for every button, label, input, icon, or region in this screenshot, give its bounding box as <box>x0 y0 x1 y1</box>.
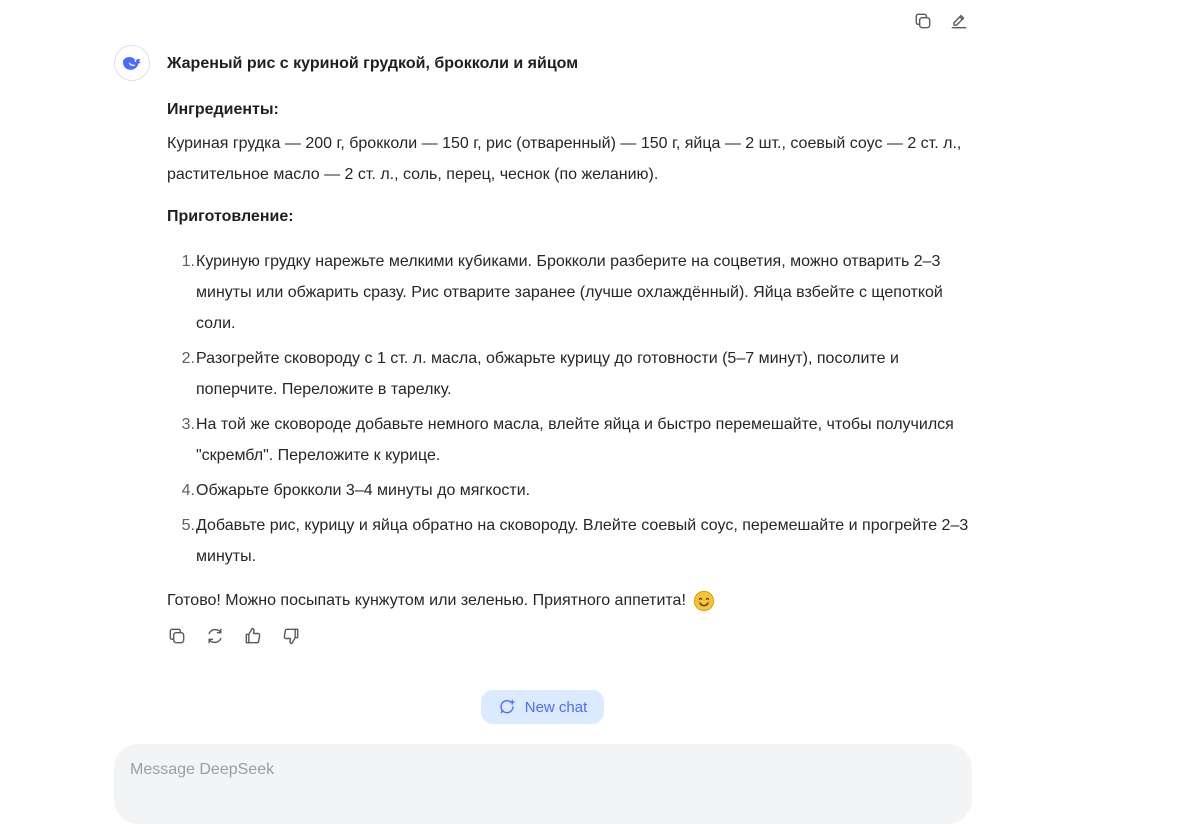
deepseek-whale-logo <box>123 57 141 70</box>
thumbs-down-button[interactable] <box>279 624 303 648</box>
step-item: 5. Добавьте рис, курицу и яйца обратно н… <box>167 510 975 572</box>
step-number: 3. <box>181 416 195 433</box>
step-item: 4. Обжарьте брокколи 3–4 минуты до мягко… <box>167 475 975 506</box>
regenerate-button[interactable] <box>203 624 227 648</box>
assistant-message: Жареный рис с куриной грудкой, брокколи … <box>167 52 975 616</box>
edit-pencil-icon <box>951 14 967 29</box>
thumbs-down-icon <box>283 628 299 645</box>
new-chat-icon <box>500 699 515 714</box>
thumbs-up-icon <box>245 627 261 644</box>
regenerate-icon <box>208 628 222 644</box>
preparation-heading: Приготовление: <box>167 208 294 225</box>
copy-icon <box>915 13 931 29</box>
previous-message-actions <box>911 9 971 33</box>
step-text: Куриную грудку нарежьте мелкими кубиками… <box>196 253 943 332</box>
closing-text: Готово! Можно посыпать кунжутом или зеле… <box>167 592 686 609</box>
assistant-avatar <box>114 45 150 81</box>
message-input[interactable] <box>130 761 956 791</box>
step-item: 3. На той же сковороде добавьте немного … <box>167 409 975 471</box>
copy-icon <box>169 628 185 644</box>
edit-button[interactable] <box>947 9 971 33</box>
copy-response-button[interactable] <box>165 624 189 648</box>
step-number: 1. <box>181 253 195 270</box>
step-number: 4. <box>181 482 195 499</box>
assistant-message-actions <box>165 624 303 648</box>
step-text: Разогрейте сковороду с 1 ст. л. масла, о… <box>196 350 899 398</box>
ingredients-heading: Ингредиенты: <box>167 101 279 118</box>
ingredients-text: Куриная грудка — 200 г, брокколи — 150 г… <box>167 135 962 183</box>
step-number: 2. <box>181 350 195 367</box>
new-chat-button[interactable]: New chat <box>481 690 604 724</box>
copy-button[interactable] <box>911 9 935 33</box>
step-item: 1. Куриную грудку нарежьте мелкими кубик… <box>167 246 975 339</box>
step-text: Обжарьте брокколи 3–4 минуты до мягкости… <box>196 482 531 499</box>
step-text: На той же сковороде добавьте немного мас… <box>196 416 954 464</box>
step-number: 5. <box>181 517 195 534</box>
new-chat-label: New chat <box>524 698 588 716</box>
closing-line: Готово! Можно посыпать кунжутом или зеле… <box>167 585 975 616</box>
step-text: Добавьте рис, курицу и яйца обратно на с… <box>196 517 969 565</box>
smiling-face-emoji <box>693 590 715 612</box>
step-item: 2. Разогрейте сковороду с 1 ст. л. масла… <box>167 343 975 405</box>
preparation-steps: 1. Куриную грудку нарежьте мелкими кубик… <box>167 246 975 572</box>
thumbs-up-button[interactable] <box>241 624 265 648</box>
message-composer <box>114 744 972 824</box>
recipe-title: Жареный рис с куриной грудкой, брокколи … <box>167 55 579 72</box>
